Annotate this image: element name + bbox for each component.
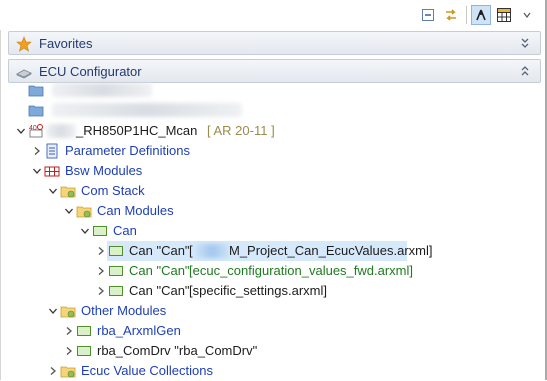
svg-text:40: 40 <box>29 125 37 132</box>
rba-comdrv-label: rba_ComDrv "rba_ComDrv" <box>97 343 258 358</box>
tree-item-parameter-definitions[interactable]: Parameter Definitions <box>0 141 543 161</box>
module-icon <box>93 226 107 236</box>
parameter-definitions-icon <box>46 143 58 159</box>
module-folder-icon <box>60 186 76 198</box>
ecu-chip-icon <box>16 69 32 79</box>
favorites-section-header[interactable]: Favorites <box>8 31 541 55</box>
can-instance-file-prefix: [ <box>189 243 193 258</box>
table-view-button[interactable] <box>494 5 514 25</box>
can-instance-file: M_Project_Can_EcucValues.arxml] <box>229 243 433 258</box>
com-stack-label: Com Stack <box>81 183 145 198</box>
view-toolbar <box>0 0 545 30</box>
chevron-down-icon[interactable] <box>48 305 58 317</box>
tree-item-ecuc-value-collections[interactable]: Ecuc Value Collections <box>0 361 543 381</box>
project-version: [ AR 20-11 ] <box>207 123 275 138</box>
module-config-icon <box>109 286 123 296</box>
can-instance-name: Can "Can" <box>129 283 190 298</box>
can-modules-label: Can Modules <box>97 203 174 218</box>
module-folder-icon <box>76 206 92 218</box>
link-with-editor-button[interactable] <box>441 5 461 25</box>
tree-item-bsw-modules[interactable]: Bsw Modules <box>0 161 543 181</box>
module-config-icon <box>109 246 123 256</box>
tree-item-folder[interactable] <box>0 80 543 100</box>
tree-item-project[interactable]: 40 _RH850P1HC_Mcan [ AR 20-11 ] <box>0 121 543 141</box>
chevron-down-icon[interactable] <box>32 165 42 177</box>
can-instance-file: [ecuc_configuration_values_fwd.arxml] <box>189 263 414 278</box>
module-config-icon <box>77 346 91 356</box>
chevron-right-icon[interactable] <box>64 345 74 357</box>
hierarchy-filter-icon <box>476 9 486 21</box>
redacted-text <box>195 244 229 258</box>
folder-icon <box>28 105 44 117</box>
collapse-all-button[interactable] <box>418 5 438 25</box>
favorites-title: Favorites <box>39 36 93 51</box>
tree-item-rba-arxmlgen[interactable]: rba_ArxmlGen <box>0 321 543 341</box>
chevron-right-icon[interactable] <box>32 145 42 157</box>
chevron-right-icon[interactable] <box>48 365 58 377</box>
project-name: _RH850P1HC_Mcan <box>76 123 198 138</box>
star-icon <box>16 36 32 52</box>
can-label: Can <box>113 223 137 238</box>
module-icon <box>77 326 91 336</box>
tree-item-rba-comdrv[interactable]: rba_ComDrv "rba_ComDrv" <box>0 341 543 361</box>
collapse-all-icon <box>422 9 434 21</box>
link-with-editor-icon <box>446 9 456 21</box>
bsw-modules-icon <box>44 166 60 177</box>
tree-item-can[interactable]: Can <box>0 221 543 241</box>
module-config-icon <box>109 266 123 276</box>
tree-item-com-stack[interactable]: Com Stack <box>0 181 543 201</box>
bsw-modules-label: Bsw Modules <box>65 163 143 178</box>
chevron-down-icon[interactable] <box>64 205 74 217</box>
view-menu-button[interactable] <box>517 5 537 25</box>
chevron-down-icon[interactable] <box>16 125 26 137</box>
tree-item-folder[interactable] <box>0 100 543 120</box>
can-instance-name: Can "Can" <box>129 243 190 258</box>
ecuc-value-collections-label: Ecuc Value Collections <box>81 363 213 378</box>
chevron-down-icon[interactable] <box>48 185 58 197</box>
table-view-icon <box>497 8 511 22</box>
expand-double-chevron-icon[interactable] <box>519 35 531 51</box>
tree-item-can-instance[interactable]: Can "Can" [specific_settings.arxml] <box>0 281 543 301</box>
tree-item-can-instance[interactable]: Can "Can" [ecuc_configuration_values_fwd… <box>0 261 543 281</box>
chevron-right-icon[interactable] <box>96 265 106 277</box>
can-instance-file: [specific_settings.arxml] <box>189 283 327 298</box>
hierarchy-filter-button[interactable] <box>471 5 491 25</box>
chevron-right-icon[interactable] <box>64 325 74 337</box>
chevron-down-icon[interactable] <box>80 225 90 237</box>
rba-arxmlgen-label: rba_ArxmlGen <box>97 323 181 338</box>
folder-icon <box>28 85 44 97</box>
collapse-double-chevron-icon[interactable] <box>519 63 531 79</box>
tree-item-other-modules[interactable]: Other Modules <box>0 301 543 321</box>
ecu-configurator-title: ECU Configurator <box>39 64 142 79</box>
other-modules-label: Other Modules <box>81 303 167 318</box>
can-instance-name: Can "Can" <box>129 263 190 278</box>
view-menu-icon <box>523 12 531 18</box>
tree-item-can-modules[interactable]: Can Modules <box>0 201 543 221</box>
module-folder-icon <box>60 306 76 318</box>
module-folder-icon <box>60 366 76 378</box>
redacted-text <box>46 124 76 138</box>
toolbar-separator <box>466 6 467 24</box>
tree-item-can-instance-content[interactable]: Can "Can" [ M_Project_Can_EcucValues.arx… <box>0 241 543 261</box>
redacted-text <box>52 103 242 117</box>
redacted-text <box>52 83 152 97</box>
parameter-definitions-label: Parameter Definitions <box>65 143 190 158</box>
chevron-right-icon[interactable] <box>96 285 106 297</box>
project-icon: 40 <box>29 124 43 138</box>
chevron-right-icon[interactable] <box>96 245 106 257</box>
